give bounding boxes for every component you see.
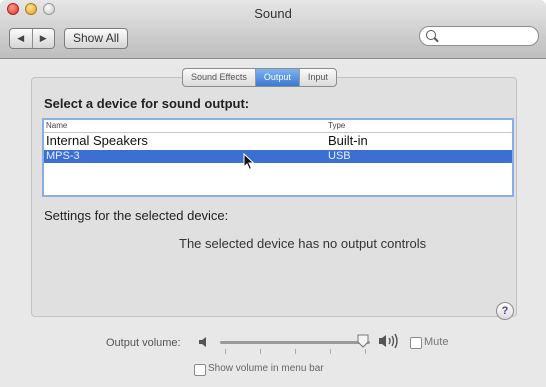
show-volume-menubar-checkbox[interactable] xyxy=(194,364,206,376)
mute-checkbox[interactable] xyxy=(410,337,422,349)
column-header-type[interactable]: Type xyxy=(328,121,345,130)
table-row[interactable]: Internal Speakers Built-in xyxy=(44,133,512,149)
title-bar: Sound ◀ ▶ Show All xyxy=(0,0,546,59)
show-all-button[interactable]: Show All xyxy=(64,28,129,49)
column-header-name[interactable]: Name xyxy=(46,121,67,130)
search-field[interactable] xyxy=(419,26,539,46)
table-header: Name Type xyxy=(44,120,512,133)
slider-tick xyxy=(295,349,296,354)
device-name: MPS-3 xyxy=(46,150,80,162)
help-button[interactable]: ? xyxy=(496,302,514,320)
speaker-min-icon xyxy=(199,337,206,347)
output-panel xyxy=(31,77,517,317)
mute-label: Mute xyxy=(424,336,449,348)
nav-buttons: ◀ ▶ xyxy=(9,28,55,49)
output-volume-label: Output volume: xyxy=(106,337,181,349)
show-volume-menubar-label: Show volume in menu bar xyxy=(208,363,324,374)
table-row-selected[interactable]: MPS-3 USB xyxy=(44,150,512,163)
device-name: Internal Speakers xyxy=(46,133,148,148)
back-arrow-icon[interactable]: ◀ xyxy=(10,29,32,48)
slider-tick xyxy=(260,349,261,354)
volume-slider[interactable] xyxy=(220,341,370,344)
device-type: Built-in xyxy=(328,133,368,148)
device-select-prompt: Select a device for sound output: xyxy=(44,96,250,111)
forward-arrow-icon[interactable]: ▶ xyxy=(31,29,55,48)
slider-tick xyxy=(330,349,331,354)
sound-preferences-window: Sound ◀ ▶ Show All Sound Effects Output … xyxy=(0,0,546,387)
speaker-max-icon xyxy=(379,333,398,349)
slider-tick xyxy=(365,349,366,354)
tab-bar: Sound Effects Output Input xyxy=(182,68,337,87)
device-type: USB xyxy=(328,150,351,162)
search-icon xyxy=(426,30,436,40)
settings-label: Settings for the selected device: xyxy=(44,208,229,223)
no-controls-message: The selected device has no output contro… xyxy=(179,236,427,251)
slider-tick xyxy=(225,349,226,354)
mouse-pointer-icon xyxy=(243,153,255,171)
tab-sound-effects[interactable]: Sound Effects xyxy=(183,69,255,86)
tab-output[interactable]: Output xyxy=(254,69,299,86)
window-title: Sound xyxy=(254,6,292,21)
tab-input[interactable]: Input xyxy=(298,69,336,86)
output-device-table[interactable]: Name Type Internal Speakers Built-in MPS… xyxy=(42,118,514,197)
volume-slider-knob[interactable] xyxy=(357,334,369,348)
